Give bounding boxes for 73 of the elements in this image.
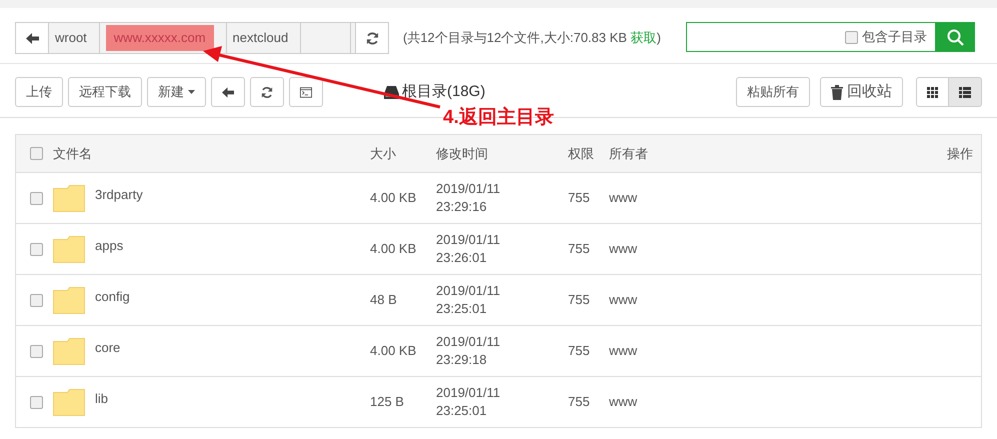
modified-column-header: 修改时间 bbox=[436, 144, 489, 163]
search-icon bbox=[947, 28, 964, 46]
file-size: 4.00 KB bbox=[370, 342, 418, 360]
terminal-icon bbox=[300, 86, 312, 98]
modified-time: 2019/01/11 23:29:16 bbox=[436, 180, 502, 216]
file-name[interactable]: core bbox=[95, 338, 120, 358]
refresh-icon bbox=[366, 32, 378, 44]
permission: 755 bbox=[568, 240, 591, 258]
file-name[interactable]: apps bbox=[95, 236, 124, 256]
permission: 755 bbox=[568, 291, 591, 310]
search-button[interactable] bbox=[936, 22, 975, 52]
refresh-icon bbox=[261, 86, 273, 98]
file-name[interactable]: config bbox=[95, 287, 130, 307]
row-checkbox[interactable] bbox=[30, 396, 43, 408]
checkbox[interactable] bbox=[845, 30, 858, 44]
file-size: 4.00 KB bbox=[370, 189, 418, 208]
grid-view-button[interactable] bbox=[916, 77, 949, 107]
grid-view-icon bbox=[927, 86, 938, 98]
breadcrumb-link[interactable]: nextcloud bbox=[232, 28, 288, 48]
back-arrow-icon bbox=[26, 32, 38, 44]
permission: 755 bbox=[568, 342, 591, 360]
file-size: 4.00 KB bbox=[370, 240, 418, 258]
row-checkbox[interactable] bbox=[30, 344, 43, 358]
size-column-header: 大小 bbox=[370, 144, 397, 163]
refresh-button[interactable] bbox=[250, 77, 284, 107]
modified-time: 2019/01/11 23:25:01 bbox=[436, 282, 502, 318]
root-directory-label[interactable]: 根目录(18G) bbox=[402, 80, 486, 104]
folder-icon bbox=[53, 236, 85, 262]
back-button[interactable] bbox=[16, 23, 49, 53]
toolbar-button[interactable]: 远程下载 bbox=[68, 77, 142, 107]
back-arrow-icon bbox=[222, 86, 234, 98]
owner: www bbox=[609, 393, 638, 412]
owner: www bbox=[609, 342, 638, 360]
file-name[interactable]: 3rdparty bbox=[95, 185, 143, 205]
actions-column-header: 操作 bbox=[947, 144, 974, 163]
folder-icon bbox=[53, 184, 85, 212]
terminal-button[interactable] bbox=[289, 77, 323, 107]
row-checkbox[interactable] bbox=[30, 294, 43, 306]
permission-column-header: 权限 bbox=[568, 144, 595, 163]
folder-icon bbox=[53, 338, 85, 364]
trash-icon bbox=[831, 84, 843, 100]
toolbar-button[interactable]: 上传 bbox=[15, 77, 63, 107]
modified-time: 2019/01/11 23:29:18 bbox=[436, 333, 502, 369]
annotation-label: 4.返回主目录 bbox=[443, 106, 554, 130]
caret-icon bbox=[188, 90, 195, 94]
list-view-button[interactable] bbox=[949, 77, 982, 107]
new-dropdown-button[interactable]: 新建 bbox=[147, 77, 206, 107]
folder-icon bbox=[53, 388, 85, 416]
file-size: 48 B bbox=[370, 291, 398, 310]
owner-column-header: 所有者 bbox=[609, 144, 649, 163]
owner: www bbox=[609, 291, 638, 310]
file-size: 125 B bbox=[370, 393, 405, 412]
breadcrumb-link[interactable]: wroot bbox=[55, 28, 87, 48]
row-checkbox[interactable] bbox=[30, 242, 43, 256]
directory-summary: (共12个目录与12个文件,大小:70.83 KB 获取) bbox=[403, 29, 661, 47]
modified-time: 2019/01/11 23:25:01 bbox=[436, 384, 502, 420]
include-subdirectories-label: 包含子目录 bbox=[862, 28, 927, 46]
list-view-icon bbox=[959, 86, 971, 98]
folder-icon bbox=[53, 286, 85, 314]
owner: www bbox=[609, 240, 638, 258]
paste-all-button[interactable]: 粘贴所有 bbox=[736, 77, 810, 107]
back-button[interactable] bbox=[211, 77, 245, 107]
name-column-header: 文件名 bbox=[53, 144, 93, 163]
refresh-button[interactable] bbox=[355, 23, 388, 53]
modified-time: 2019/01/11 23:26:01 bbox=[436, 231, 502, 267]
recycle-bin-button[interactable]: 回收站 bbox=[820, 77, 903, 107]
row-checkbox[interactable] bbox=[30, 192, 43, 204]
owner: www bbox=[609, 189, 638, 208]
search-field[interactable]: 包含子目录 bbox=[686, 22, 936, 52]
permission: 755 bbox=[568, 189, 591, 208]
file-name[interactable]: lib bbox=[95, 389, 108, 409]
permission: 755 bbox=[568, 393, 591, 412]
select-all-checkbox[interactable] bbox=[30, 147, 43, 160]
